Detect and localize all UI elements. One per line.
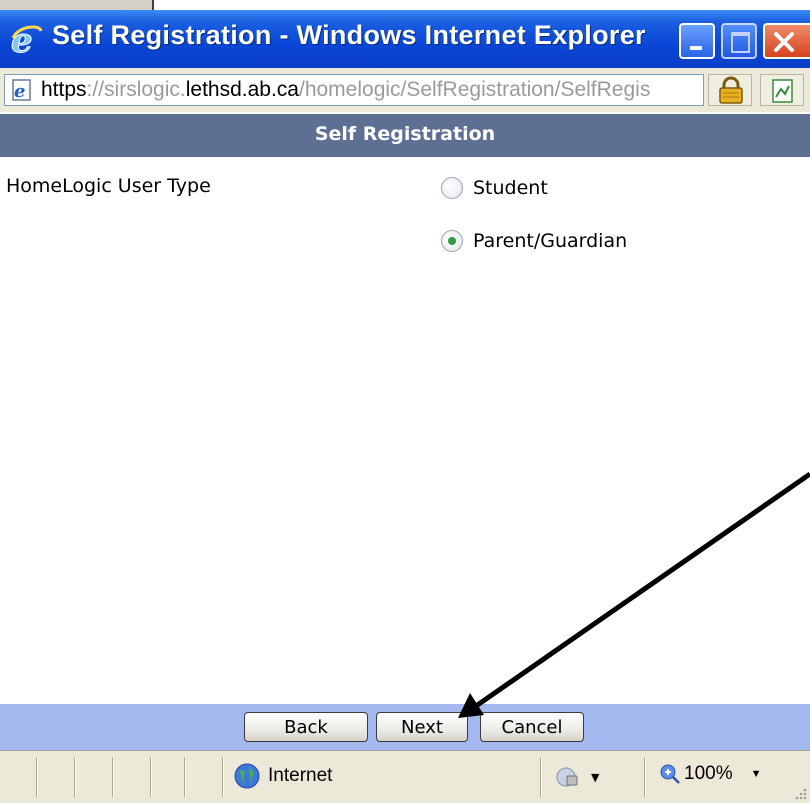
status-bar: Internet ▼ 100% ▼ bbox=[0, 750, 810, 803]
close-icon bbox=[774, 32, 794, 52]
chevron-down-icon: ▼ bbox=[750, 768, 762, 780]
protected-mode-icon bbox=[556, 767, 578, 787]
parent-guardian-label[interactable]: Parent/Guardian bbox=[473, 230, 627, 252]
protected-mode-button[interactable]: ▼ bbox=[555, 765, 599, 789]
address-toolbar: e https://sirslogic.lethsd.ab.ca/homelog… bbox=[0, 68, 810, 112]
page-icon: e bbox=[12, 79, 31, 101]
zoom-icon bbox=[660, 764, 680, 784]
lock-icon bbox=[719, 76, 743, 104]
ie-logo-icon: e bbox=[11, 22, 43, 56]
address-field[interactable]: e https://sirslogic.lethsd.ab.ca/homelog… bbox=[4, 74, 704, 106]
student-radio[interactable] bbox=[441, 177, 463, 199]
resize-grip-icon[interactable] bbox=[792, 785, 808, 801]
option-parent-guardian[interactable]: Parent/Guardian bbox=[441, 230, 627, 252]
window-title-bar[interactable]: e Self Registration - Windows Internet E… bbox=[0, 10, 810, 68]
option-student[interactable]: Student bbox=[441, 177, 548, 199]
zoom-level: 100% bbox=[684, 763, 733, 784]
user-type-label: HomeLogic User Type bbox=[6, 175, 211, 197]
next-button[interactable]: Next bbox=[376, 712, 468, 742]
student-label[interactable]: Student bbox=[473, 177, 548, 199]
rss-button[interactable] bbox=[760, 74, 804, 106]
chevron-down-icon: ▼ bbox=[591, 770, 600, 784]
globe-icon bbox=[234, 763, 260, 789]
security-zone[interactable]: Internet bbox=[234, 763, 332, 789]
parent-guardian-radio[interactable] bbox=[441, 230, 463, 252]
zone-label: Internet bbox=[268, 765, 333, 786]
minimize-button[interactable] bbox=[679, 23, 715, 59]
form-content: HomeLogic User Type Student Parent/Guard… bbox=[0, 157, 810, 704]
cancel-button[interactable]: Cancel bbox=[480, 712, 584, 742]
svg-text:e: e bbox=[14, 81, 25, 101]
background-strip bbox=[0, 0, 810, 10]
maximize-button[interactable] bbox=[721, 23, 757, 59]
zoom-control[interactable]: 100% ▼ bbox=[660, 763, 762, 785]
page-header: Self Registration bbox=[0, 114, 810, 157]
page-title: Self Registration bbox=[314, 123, 496, 145]
back-button[interactable]: Back bbox=[244, 712, 368, 742]
address-url: https://sirslogic.lethsd.ab.ca/homelogic… bbox=[41, 78, 651, 101]
window-title: Self Registration - Windows Internet Exp… bbox=[52, 20, 646, 50]
close-button[interactable] bbox=[763, 23, 810, 59]
rss-icon bbox=[772, 79, 793, 103]
button-bar: Back Next Cancel bbox=[0, 704, 810, 750]
security-lock-button[interactable] bbox=[708, 74, 752, 106]
